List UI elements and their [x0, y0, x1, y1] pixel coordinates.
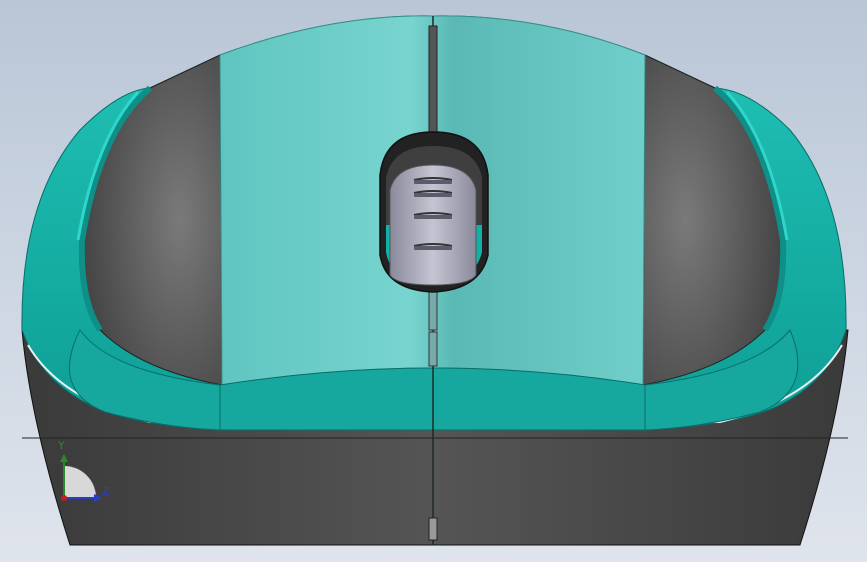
graphics-viewport[interactable]: Y Z [0, 0, 867, 562]
triad-quarter-disc [63, 465, 97, 499]
triad-z-label: Z [102, 485, 110, 498]
triad-y-label: Y [58, 439, 65, 452]
mouse-model[interactable] [0, 0, 867, 562]
triad-x-axis [61, 495, 67, 501]
axis-triad: Y Z [50, 440, 120, 510]
seam-segment-1 [428, 289, 438, 331]
seam-segment-2 [428, 331, 438, 367]
top-slot [428, 25, 438, 137]
bottom-slot [428, 517, 438, 541]
